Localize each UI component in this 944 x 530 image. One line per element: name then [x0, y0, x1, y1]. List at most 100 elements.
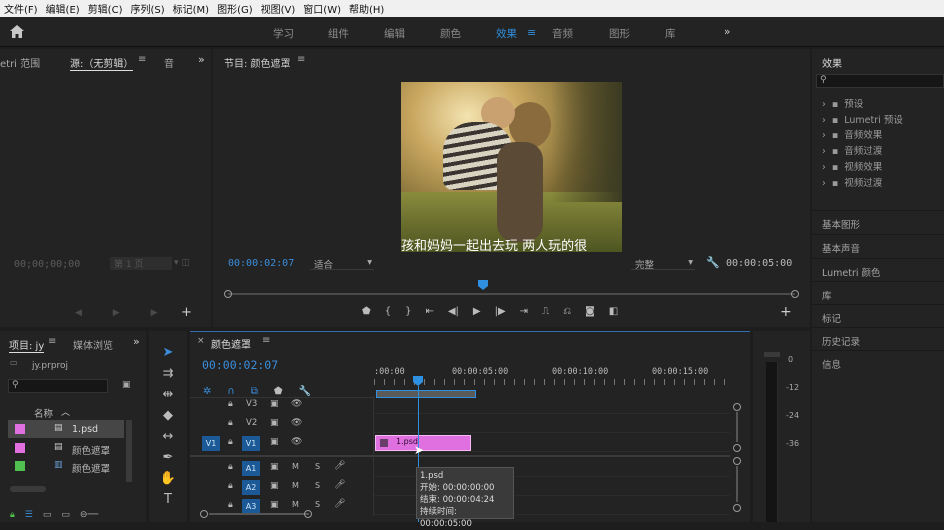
vscroll-handle-top[interactable] [733, 403, 741, 411]
project-item-row[interactable] [8, 420, 124, 438]
tab-audio-clip-mixer[interactable]: 音 [164, 55, 174, 70]
tab-lumetri-scopes[interactable]: etri 范围 [0, 55, 40, 70]
track-lock-icon[interactable]: 🔒︎ [228, 418, 233, 428]
more-panels-icon[interactable]: » [198, 53, 205, 66]
menu-help[interactable]: 帮助(H) [345, 1, 388, 16]
track-eye-icon[interactable]: 👁︎ [291, 399, 302, 409]
project-scrollbar[interactable] [126, 420, 132, 482]
track-sync-icon[interactable]: ▣ [270, 418, 279, 428]
vscroll-handle-bottom[interactable] [733, 444, 741, 452]
workspace-learn[interactable]: 学习 [273, 26, 294, 41]
hscroll-handle-right[interactable] [304, 510, 312, 518]
fx-lumetri-presets[interactable]: › ▪ Lumetri 预设 [822, 112, 903, 126]
fx-audio-effects[interactable]: › ▪ 音频效果 [822, 127, 882, 141]
label-color-swatch[interactable] [15, 424, 25, 434]
timeline-timecode[interactable]: 00:00:02:07 [202, 358, 278, 372]
go-to-out-icon[interactable]: ⇥ [520, 306, 528, 320]
project-more-icon[interactable]: » [133, 335, 140, 348]
program-playhead-icon[interactable] [478, 280, 488, 290]
section-libraries[interactable]: 库 [812, 281, 944, 304]
more-workspaces-icon[interactable]: » [724, 26, 730, 38]
workspace-menu-icon[interactable]: ≡ [527, 26, 536, 39]
audio-vscroll-handle-bottom[interactable] [733, 504, 741, 512]
program-scrubber[interactable] [228, 293, 795, 295]
track-lock-icon[interactable]: 🔒︎ [228, 481, 233, 491]
fx-video-effects[interactable]: › ▪ 视频效果 [822, 159, 882, 173]
track-sync-icon[interactable]: ▣ [270, 462, 279, 472]
menu-markers[interactable]: 标记(M) [169, 1, 213, 16]
hscroll-handle-left[interactable] [200, 510, 208, 518]
source-add-button[interactable]: + [181, 305, 192, 320]
razor-tool-icon[interactable]: ◆ [158, 408, 178, 423]
source-timecode[interactable]: 00;00;00;00 [14, 259, 80, 270]
settings-wrench-icon[interactable]: 🔧 [706, 256, 720, 269]
track-sync-icon[interactable]: ▣ [270, 481, 279, 491]
track-lock-icon[interactable]: 🔒︎ [228, 399, 233, 409]
source-page-select[interactable]: 第 1 页 [110, 257, 172, 270]
ripple-edit-tool-icon[interactable]: ⇹ [158, 387, 178, 402]
label-color-swatch[interactable] [15, 443, 25, 453]
section-history[interactable]: 历史记录 [812, 327, 944, 350]
go-to-in-icon[interactable]: ⇤ [425, 306, 433, 320]
section-info[interactable]: 信息 [812, 350, 944, 373]
workspace-libraries[interactable]: 库 [665, 26, 676, 41]
fx-audio-transitions[interactable]: › ▪ 音频过渡 [822, 143, 882, 157]
workspace-effects[interactable]: 效果 [496, 26, 517, 41]
zoom-slider-icon[interactable]: ⊖── [80, 510, 98, 522]
section-markers[interactable]: 标记 [812, 304, 944, 327]
label-color-swatch[interactable] [15, 461, 25, 471]
home-icon[interactable] [10, 25, 24, 38]
track-sync-icon[interactable]: ▣ [270, 437, 279, 447]
program-menu-icon[interactable]: ≡ [297, 54, 305, 65]
source-transport-icons[interactable]: ◀ ▶ ▶ [75, 308, 172, 318]
audio-vscroll-handle-top[interactable] [733, 457, 741, 465]
timeline-playhead-icon[interactable] [413, 376, 423, 386]
project-hscrollbar[interactable] [10, 486, 46, 492]
menu-sequence[interactable]: 序列(S) [126, 1, 168, 16]
solo-button[interactable]: S [315, 500, 320, 509]
menu-file[interactable]: 文件(F) [0, 1, 42, 16]
mark-in-icon[interactable]: { [385, 306, 391, 320]
menu-view[interactable]: 视图(V) [257, 1, 300, 16]
program-playhead-timecode[interactable]: 00:00:02:07 [228, 258, 294, 269]
voiceover-mic-icon[interactable]: 🎤︎ [334, 499, 345, 509]
new-bin-icon[interactable]: ▣ [122, 380, 131, 390]
solo-button[interactable]: S [315, 462, 320, 471]
menu-graphics[interactable]: 图形(G) [213, 1, 257, 16]
voiceover-mic-icon[interactable]: 🎤︎ [334, 461, 345, 471]
workspace-assembly[interactable]: 组件 [328, 26, 349, 41]
ruler-ticks[interactable] [374, 379, 730, 385]
slip-tool-icon[interactable]: ↔ [158, 429, 178, 444]
icon-view-icon[interactable]: ▭ [43, 510, 52, 522]
selection-tool-icon[interactable]: ➤ [158, 345, 178, 360]
zoom-select[interactable]: 适合 ▾ [310, 256, 374, 271]
column-name[interactable]: 名称 [34, 406, 53, 420]
freeform-view-icon[interactable]: ▭ [61, 510, 70, 522]
close-icon[interactable]: × [197, 336, 205, 346]
project-item-name[interactable]: 1.psd [72, 424, 98, 435]
track-lock-icon[interactable]: 🔒︎ [228, 500, 233, 510]
fx-presets[interactable]: › ▪ 预设 [822, 96, 863, 110]
video-vscrollbar[interactable] [736, 412, 738, 442]
track-sync-icon[interactable]: ▣ [270, 399, 279, 409]
lock-icon[interactable]: 🔒︎ [10, 510, 15, 522]
fx-video-transitions[interactable]: › ▪ 视频过渡 [822, 175, 882, 189]
workspace-graphics[interactable]: 图形 [609, 26, 630, 41]
timeline-hscrollbar[interactable] [209, 513, 309, 515]
mute-button[interactable]: M [292, 500, 299, 509]
track-target-a3[interactable]: A3 [242, 499, 260, 514]
menu-edit[interactable]: 编辑(E) [42, 1, 84, 16]
track-lock-icon[interactable]: 🔒︎ [228, 437, 233, 447]
project-item-name[interactable]: 颜色遮罩 [72, 443, 110, 457]
mark-out-icon[interactable]: } [405, 306, 411, 320]
track-target-a1[interactable]: A1 [242, 461, 260, 476]
source-patch-v1[interactable]: V1 [202, 436, 220, 451]
add-marker-icon[interactable]: ⬟ [362, 306, 371, 320]
scrubber-start-handle[interactable] [224, 290, 232, 298]
workspace-editing[interactable]: 编辑 [384, 26, 405, 41]
compare-view-icon[interactable]: ◧ [609, 306, 618, 320]
section-essential-sound[interactable]: 基本声音 [812, 234, 944, 257]
tab-project[interactable]: 项目: jy [9, 337, 45, 353]
project-search-input[interactable]: ⚲ [8, 379, 108, 393]
lift-icon[interactable]: ⎍ [542, 306, 549, 320]
